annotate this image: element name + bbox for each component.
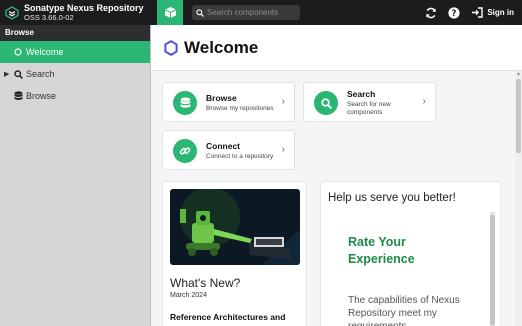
sidebar-item-browse[interactable]: Browse bbox=[0, 85, 150, 107]
top-bar: Sonatype Nexus Repository OSS 3.66.0-02 bbox=[0, 0, 522, 25]
survey-heading: Rate Your Experience bbox=[348, 235, 415, 266]
main-scroll-thumb[interactable] bbox=[516, 79, 521, 153]
news-article-link[interactable]: Reference Architectures and bbox=[170, 312, 285, 322]
link-icon bbox=[173, 139, 197, 163]
chevron-right-icon: › bbox=[281, 144, 285, 155]
sidebar-header: Browse bbox=[0, 25, 150, 41]
card-title: Browse bbox=[206, 93, 237, 103]
sign-in-button[interactable]: Sign in bbox=[471, 7, 514, 18]
whats-new-image[interactable] bbox=[170, 189, 300, 265]
search-icon bbox=[196, 8, 204, 17]
card-description: Browse my repositories bbox=[206, 105, 274, 112]
hexagon-icon bbox=[164, 39, 178, 56]
main-scrollbar[interactable]: ▲ bbox=[515, 71, 522, 326]
sidebar-item-search[interactable]: ▶ Search bbox=[0, 63, 150, 85]
help-icon: ? bbox=[448, 6, 460, 19]
browse-mode-button[interactable] bbox=[157, 0, 183, 25]
main-content: Welcome Browse Browse my repositories › … bbox=[151, 25, 522, 326]
nexus-logo-icon bbox=[5, 5, 19, 20]
survey-question: The capabilities of Nexus Repository mee… bbox=[348, 295, 460, 326]
sign-in-icon bbox=[472, 7, 484, 18]
whats-new-panel: What's New? March 2024 Reference Archite… bbox=[162, 181, 307, 326]
survey-scrollbar[interactable] bbox=[490, 212, 495, 326]
refresh-icon bbox=[426, 7, 437, 18]
card-description: Connect to a repository bbox=[206, 153, 274, 160]
sidebar-item-label: Welcome bbox=[26, 47, 64, 57]
search-components-input[interactable] bbox=[207, 8, 297, 17]
card-title: Search bbox=[347, 89, 376, 99]
connect-card[interactable]: Connect Connect to a repository › bbox=[162, 130, 295, 170]
help-button[interactable]: ? bbox=[447, 6, 461, 20]
sidebar: Browse Welcome ▶ Search Browse bbox=[0, 25, 151, 326]
search-components-box[interactable] bbox=[192, 5, 300, 20]
page-title: Welcome bbox=[184, 37, 259, 57]
survey-frame: Rate Your Experience The capabilities of… bbox=[328, 212, 498, 326]
sign-in-label: Sign in bbox=[487, 8, 514, 17]
search-card[interactable]: Search Search for new components › bbox=[303, 82, 436, 122]
help-panel: Help us serve you better! Rate Your Expe… bbox=[320, 181, 501, 326]
page-header: Welcome bbox=[151, 25, 522, 71]
expand-caret-icon[interactable]: ▶ bbox=[4, 70, 9, 78]
svg-text:?: ? bbox=[452, 9, 457, 19]
card-title: Connect bbox=[206, 141, 240, 151]
news-date: March 2024 bbox=[170, 292, 207, 299]
scroll-up-icon[interactable]: ▲ bbox=[516, 71, 521, 77]
card-description: Search for new components bbox=[347, 101, 391, 116]
database-icon bbox=[173, 91, 197, 115]
search-icon bbox=[13, 69, 23, 79]
chevron-right-icon: › bbox=[422, 96, 426, 107]
browse-card[interactable]: Browse Browse my repositories › bbox=[162, 82, 295, 122]
app-name: Sonatype Nexus Repository bbox=[24, 2, 144, 13]
news-title: What's New? bbox=[170, 276, 241, 290]
circle-outline-icon bbox=[13, 47, 23, 57]
database-icon bbox=[13, 91, 23, 101]
survey-scroll-thumb[interactable] bbox=[490, 215, 495, 325]
sidebar-item-label: Browse bbox=[26, 91, 57, 101]
search-icon bbox=[314, 91, 338, 115]
sidebar-item-label: Search bbox=[26, 69, 55, 79]
help-title: Help us serve you better! bbox=[328, 192, 456, 204]
refresh-button[interactable] bbox=[424, 6, 438, 20]
brand[interactable]: Sonatype Nexus Repository OSS 3.66.0-02 bbox=[0, 0, 151, 25]
chevron-right-icon: › bbox=[281, 96, 285, 107]
cube-icon bbox=[164, 7, 176, 18]
sidebar-item-welcome[interactable]: Welcome bbox=[0, 41, 150, 63]
app-version: OSS 3.66.0-02 bbox=[24, 12, 74, 22]
